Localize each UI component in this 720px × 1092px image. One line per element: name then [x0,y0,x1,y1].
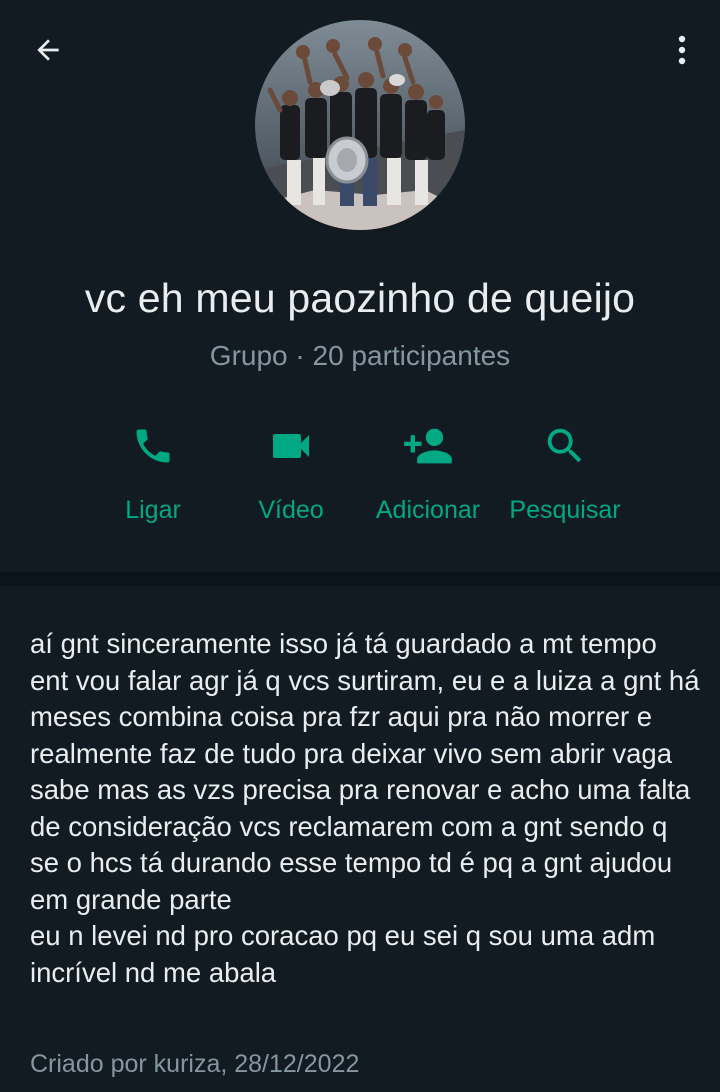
group-name: vc eh meu paozinho de queijo [84,275,636,321]
group-description: aí gnt sinceramente isso já tá guardado … [30,628,700,988]
call-label: Ligar [125,496,181,524]
video-label: Vídeo [258,496,324,524]
search-icon [547,428,582,463]
created-by-info: Criado por kuriza, 28/12/2022 [30,1050,360,1078]
more-options-button[interactable] [662,28,702,72]
group-avatar[interactable] [255,20,465,230]
video-camera-icon [273,434,309,458]
group-description-section[interactable]: aí gnt sinceramente isso já tá guardado … [0,586,720,1092]
group-info-header: vc eh meu paozinho de queijo Grupo · 20 … [0,0,720,572]
back-button[interactable] [26,28,70,72]
call-action-button[interactable]: Ligar [78,418,228,538]
search-action-button[interactable]: Pesquisar [490,418,640,538]
video-action-button[interactable]: Vídeo [216,418,366,538]
add-participant-button[interactable]: Adicionar [353,418,503,538]
add-label: Adicionar [375,496,481,524]
more-vertical-icon [678,35,686,65]
phone-icon [136,429,170,463]
add-person-icon [404,428,452,464]
search-label: Pesquisar [509,496,621,524]
group-participants-info[interactable]: Grupo · 20 participantes [0,340,720,372]
arrow-left-icon [37,39,59,61]
group-photo [255,20,465,230]
